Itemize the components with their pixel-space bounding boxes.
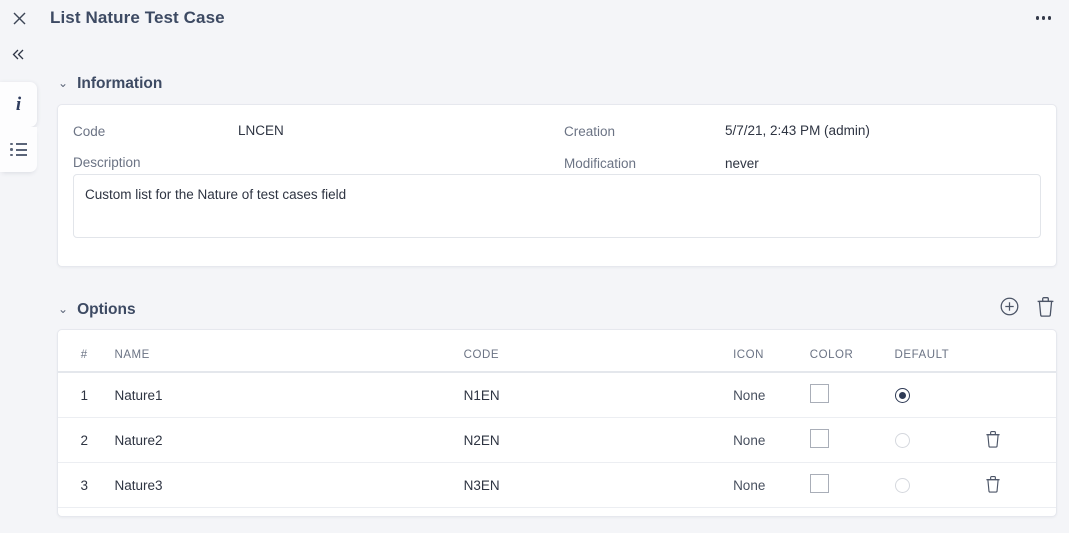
sidebar-item-information[interactable]: i	[0, 82, 37, 127]
information-fields: Code LNCEN Creation 5/7/21, 2:43 PM (adm…	[58, 105, 1056, 266]
color-swatch[interactable]	[810, 384, 829, 403]
cell-icon[interactable]: None	[733, 463, 810, 508]
plus-circle-icon	[1000, 297, 1019, 316]
close-glyph	[13, 12, 26, 25]
options-toolbar	[1000, 296, 1055, 317]
delete-options-button[interactable]	[1036, 296, 1055, 317]
cell-code[interactable]: N1EN	[464, 372, 733, 418]
modification-value: never	[725, 156, 759, 171]
page-title: List Nature Test Case	[50, 8, 225, 28]
cell-name[interactable]: Nature3	[110, 463, 463, 508]
left-rail: i	[0, 36, 37, 533]
code-label: Code	[73, 124, 105, 139]
default-radio[interactable]	[895, 433, 910, 448]
window-title-bar: List Nature Test Case	[0, 0, 1069, 36]
cell-name[interactable]: Nature1	[110, 372, 463, 418]
kebab-dot	[1048, 16, 1052, 20]
cell-icon[interactable]: None	[733, 372, 810, 418]
color-swatch[interactable]	[810, 474, 829, 493]
icon-value: None	[733, 388, 765, 403]
list-icon-row	[10, 143, 27, 146]
list-icon	[10, 143, 27, 157]
table-row[interactable]: 2Nature2N2ENNone	[58, 418, 1056, 463]
information-card: Code LNCEN Creation 5/7/21, 2:43 PM (adm…	[57, 104, 1057, 267]
chevrons-left-icon[interactable]	[0, 36, 37, 72]
col-header-color: COLOR	[810, 330, 895, 372]
trash-icon	[1036, 296, 1055, 317]
cell-default[interactable]	[895, 372, 986, 418]
options-section-header[interactable]: ⌄ Options	[37, 301, 136, 319]
add-option-button[interactable]	[1000, 297, 1019, 316]
cell-icon[interactable]: None	[733, 418, 810, 463]
creation-label: Creation	[564, 124, 615, 139]
cell-color[interactable]	[810, 418, 895, 463]
code-value: LNCEN	[238, 123, 284, 138]
information-heading: Information	[77, 75, 162, 93]
options-table-body: 1Nature1N1ENNone2Nature2N2ENNone 3Nature…	[58, 372, 1056, 508]
cell-number: 3	[58, 463, 110, 508]
kebab-dot	[1036, 16, 1040, 20]
options-card: # NAME CODE ICON COLOR DEFAULT 1Nature1N…	[57, 329, 1057, 517]
icon-value: None	[733, 433, 765, 448]
col-header-name: NAME	[110, 330, 463, 372]
cell-actions	[985, 463, 1056, 508]
options-table: # NAME CODE ICON COLOR DEFAULT 1Nature1N…	[58, 330, 1056, 508]
col-header-number: #	[58, 330, 110, 372]
creation-value: 5/7/21, 2:43 PM (admin)	[725, 123, 870, 138]
cell-code[interactable]: N2EN	[464, 418, 733, 463]
delete-row-button[interactable]	[985, 430, 1001, 448]
cell-default[interactable]	[895, 418, 986, 463]
cell-default[interactable]	[895, 463, 986, 508]
cell-number: 2	[58, 418, 110, 463]
description-label: Description	[73, 155, 141, 170]
more-horizontal-icon[interactable]	[1030, 0, 1058, 36]
cell-code[interactable]: N3EN	[464, 463, 733, 508]
trash-icon	[985, 430, 1001, 448]
list-icon-row	[10, 148, 27, 151]
cell-color[interactable]	[810, 372, 895, 418]
description-input[interactable]: Custom list for the Nature of test cases…	[73, 174, 1041, 238]
information-section-header[interactable]: ⌄ Information	[37, 75, 162, 93]
cell-color[interactable]	[810, 463, 895, 508]
table-header-row: # NAME CODE ICON COLOR DEFAULT	[58, 330, 1056, 372]
cell-actions	[985, 418, 1056, 463]
icon-value: None	[733, 478, 765, 493]
chevrons-left-glyph	[11, 48, 26, 61]
table-row[interactable]: 1Nature1N1ENNone	[58, 372, 1056, 418]
delete-row-button[interactable]	[985, 475, 1001, 493]
rail-item-list: i	[0, 82, 37, 172]
main-content: ⌄ Information Code LNCEN Creation 5/7/21…	[37, 36, 1069, 533]
cell-number: 1	[58, 372, 110, 418]
options-table-head: # NAME CODE ICON COLOR DEFAULT	[58, 330, 1056, 372]
color-swatch[interactable]	[810, 429, 829, 448]
cell-name[interactable]: Nature2	[110, 418, 463, 463]
col-header-default: DEFAULT	[895, 330, 986, 372]
col-header-icon: ICON	[733, 330, 810, 372]
kebab-dot	[1042, 16, 1046, 20]
default-radio[interactable]	[895, 478, 910, 493]
chevron-down-icon: ⌄	[58, 302, 68, 316]
info-icon: i	[16, 94, 21, 116]
close-icon[interactable]	[0, 0, 38, 36]
modification-label: Modification	[564, 156, 636, 171]
table-row[interactable]: 3Nature3N3ENNone	[58, 463, 1056, 508]
options-heading: Options	[77, 301, 136, 319]
list-icon-row	[10, 154, 27, 157]
chevron-down-icon: ⌄	[58, 76, 68, 90]
col-header-code: CODE	[464, 330, 733, 372]
cell-actions	[985, 372, 1056, 418]
col-header-actions	[985, 330, 1056, 372]
default-radio[interactable]	[895, 388, 910, 403]
sidebar-item-options[interactable]	[0, 127, 37, 172]
trash-icon	[985, 475, 1001, 493]
